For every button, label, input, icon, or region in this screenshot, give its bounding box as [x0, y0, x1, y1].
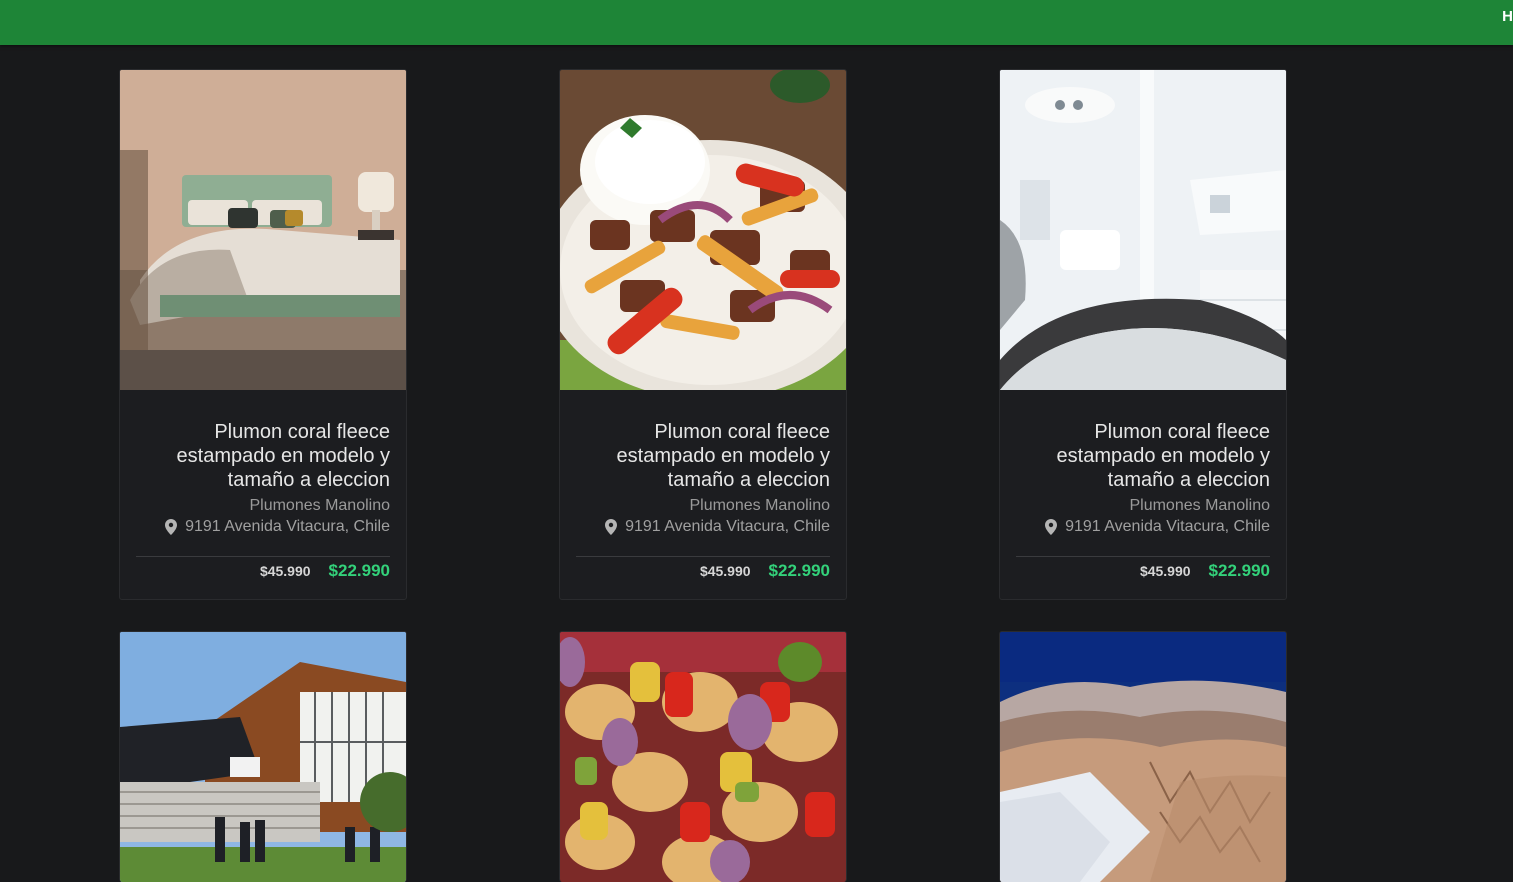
price-row: $45.990 $22.990 [136, 557, 390, 599]
price-row: $45.990 $22.990 [1016, 557, 1270, 599]
discount-price: $22.990 [768, 561, 830, 580]
discount-price: $22.990 [328, 561, 390, 580]
deal-title[interactable]: Plumon coral fleece estampado en modelo … [136, 420, 390, 492]
deal-card[interactable] [559, 631, 847, 882]
deal-card[interactable] [999, 631, 1287, 882]
merchant-name: Plumones Manolino [249, 497, 390, 514]
top-navbar: H [0, 0, 1513, 45]
deal-image-dental-chair[interactable] [1000, 70, 1286, 390]
navbar-brand[interactable]: H [1502, 8, 1513, 25]
deal-title[interactable]: Plumon coral fleece estampado en modelo … [1016, 420, 1270, 492]
price-row: $45.990 $22.990 [576, 557, 830, 599]
location-pin-icon [1045, 519, 1058, 535]
location-text: 9191 Avenida Vitacura, Chile [185, 518, 390, 535]
original-price: $45.990 [259, 563, 311, 579]
deal-card[interactable] [119, 631, 407, 882]
deal-card[interactable]: Plumon coral fleece estampado en modelo … [999, 69, 1287, 600]
merchant-name: Plumones Manolino [1129, 497, 1270, 514]
location-line: 9191 Avenida Vitacura, Chile [576, 516, 830, 538]
location-pin-icon [605, 519, 618, 535]
merchant-name: Plumones Manolino [689, 497, 830, 514]
deal-image-desert-mountains[interactable] [1000, 632, 1286, 882]
deal-card[interactable]: Plumon coral fleece estampado en modelo … [119, 69, 407, 600]
deal-title[interactable]: Plumon coral fleece estampado en modelo … [576, 420, 830, 492]
location-pin-icon [165, 519, 178, 535]
discount-price: $22.990 [1208, 561, 1270, 580]
location-line: 9191 Avenida Vitacura, Chile [1016, 516, 1270, 538]
original-price: $45.990 [699, 563, 751, 579]
original-price: $45.990 [1139, 563, 1191, 579]
location-line: 9191 Avenida Vitacura, Chile [136, 516, 390, 538]
deal-image-bedroom[interactable] [120, 70, 406, 390]
deal-card[interactable]: Plumon coral fleece estampado en modelo … [559, 69, 847, 600]
location-text: 9191 Avenida Vitacura, Chile [1065, 518, 1270, 535]
location-text: 9191 Avenida Vitacura, Chile [625, 518, 830, 535]
deal-image-building-event[interactable] [120, 632, 406, 882]
deal-image-kebab-skewers[interactable] [560, 632, 846, 882]
deal-image-food-plate[interactable] [560, 70, 846, 390]
